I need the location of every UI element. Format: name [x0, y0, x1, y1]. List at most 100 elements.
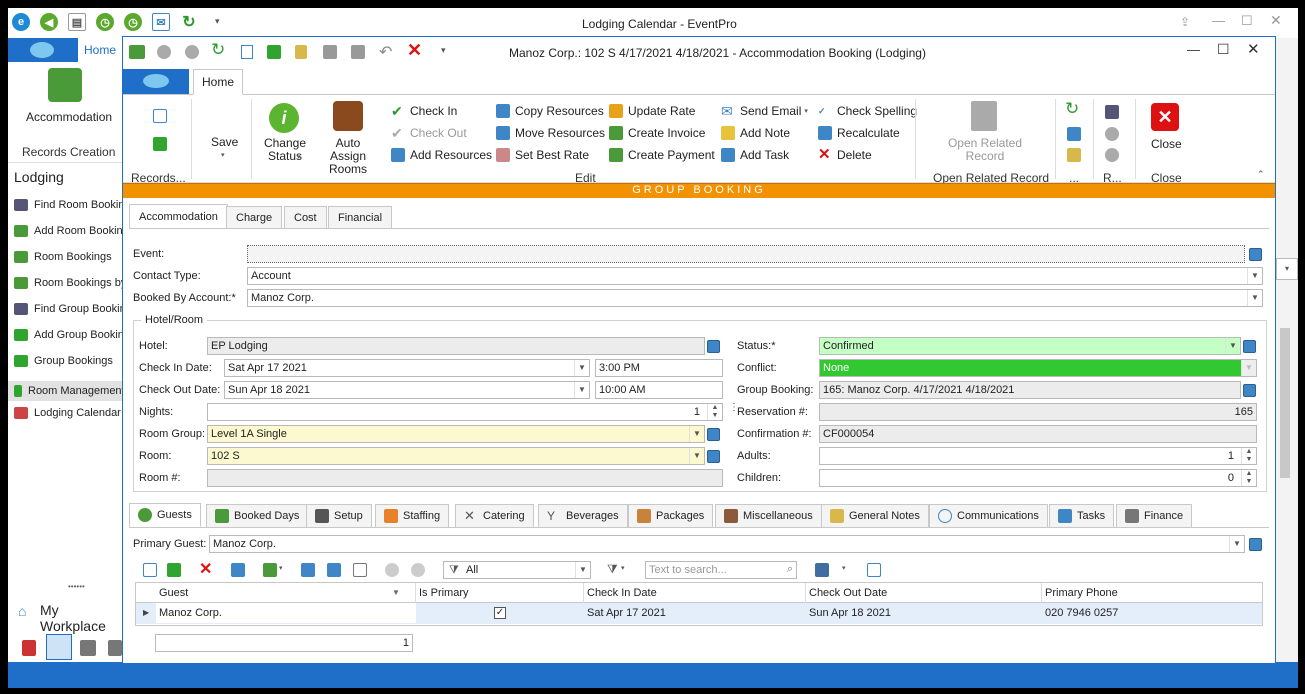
confirmation-field[interactable]: CF000054 [819, 425, 1257, 443]
move-resources-button[interactable]: Move Resources [496, 126, 605, 140]
suitcase-icon[interactable] [333, 101, 363, 131]
tab-tasks[interactable]: Tasks [1049, 504, 1115, 528]
refresh-icon[interactable]: ↻ [180, 13, 198, 31]
contact-type-select[interactable]: Account ▼ [247, 267, 1263, 285]
clock-icon[interactable]: ◷ [96, 13, 114, 31]
new-guest-icon[interactable] [143, 563, 157, 577]
room-picker-icon[interactable] [707, 450, 720, 463]
tab-staffing[interactable]: Staffing [375, 504, 450, 528]
up-icon[interactable] [1105, 127, 1119, 141]
event-field[interactable] [247, 245, 1245, 263]
nights-field[interactable]: 1 ▲ ▼ [207, 403, 723, 421]
primary-guest-picker-icon[interactable] [1249, 538, 1262, 551]
copy-resources-button[interactable]: Copy Resources [496, 104, 604, 118]
quick-access-dropdown-icon[interactable]: ▾ [215, 16, 220, 27]
search-icon[interactable]: ⌕ [787, 563, 793, 576]
event-picker-icon[interactable] [1249, 248, 1262, 261]
clipboard-icon[interactable] [1067, 148, 1081, 162]
tab-booked-days[interactable]: Booked Days [206, 504, 309, 528]
room-number-field[interactable] [207, 469, 723, 487]
copy-record-icon[interactable] [153, 137, 167, 151]
room-select[interactable]: 102 S ▼ [207, 447, 705, 465]
clock-icon-2[interactable]: ◷ [124, 13, 142, 31]
new-record-icon[interactable] [241, 45, 253, 59]
is-primary-checkbox[interactable]: ✓ [494, 607, 506, 619]
chevron-down-icon[interactable]: ▼ [575, 562, 590, 578]
mail-icon[interactable]: ✉ [152, 13, 170, 31]
column-header-check-in-date[interactable]: Check In Date [584, 583, 806, 603]
binoculars-icon[interactable] [1105, 105, 1119, 119]
minimize-icon[interactable]: — [1212, 13, 1225, 28]
print-dropdown-icon[interactable]: ▾ [842, 564, 846, 572]
outer-tab-home[interactable]: Home [78, 38, 122, 62]
create-payment-button[interactable]: Create Payment [609, 148, 715, 162]
nav-add-room-booking[interactable]: Add Room Booking [14, 225, 129, 237]
room-group-picker-icon[interactable] [707, 428, 720, 441]
save-button[interactable]: Save [211, 135, 238, 149]
room-group-select[interactable]: Level 1A Single ▼ [207, 425, 705, 443]
export-icon[interactable] [231, 563, 245, 577]
new-record-icon[interactable] [153, 109, 167, 123]
nav-lodging-calendar[interactable]: Lodging Calendar [14, 407, 121, 419]
tab-finance[interactable]: Finance [1116, 504, 1193, 528]
conflict-select[interactable]: None ▼ [819, 359, 1257, 377]
check-in-button[interactable]: ✔ Check In [391, 104, 457, 118]
nav-find-room-booking[interactable]: Find Room Booking [14, 199, 131, 211]
check-in-date-field[interactable]: Sat Apr 17 2021 ▼ [224, 359, 590, 377]
status-picker-icon[interactable] [1243, 340, 1256, 353]
delete-guest-icon[interactable]: ✕ [199, 559, 212, 579]
booked-by-select[interactable]: Manoz Corp. ▼ [247, 289, 1263, 307]
down-icon[interactable] [411, 563, 425, 577]
accommodation-nav-icon[interactable] [46, 634, 72, 660]
check-spelling-button[interactable]: ✓ Check Spelling [818, 104, 917, 118]
chevron-down-icon[interactable]: ▼ [1229, 536, 1244, 552]
recalculate-button[interactable]: Recalculate [818, 126, 900, 140]
change-status-dropdown-icon[interactable]: ▾ [297, 153, 301, 161]
cell-check-out[interactable]: Sun Apr 18 2021 [806, 603, 1042, 623]
columns-icon[interactable] [263, 563, 277, 577]
tab-packages[interactable]: Packages [628, 504, 714, 528]
add-resources-button[interactable]: Add Resources [391, 148, 492, 162]
venue-nav-icon[interactable] [80, 640, 96, 656]
chevron-down-icon[interactable]: ▼ [689, 448, 704, 464]
tab-home[interactable]: Home [193, 69, 243, 95]
cell-guest[interactable]: Manoz Corp. [156, 603, 416, 623]
status-select[interactable]: Confirmed ▼ [819, 337, 1241, 355]
nav-find-group-booking[interactable]: Find Group Booking [14, 303, 132, 315]
clipboard-icon[interactable] [295, 45, 307, 59]
down-icon[interactable] [1105, 148, 1119, 162]
auto-assign-rooms-button[interactable]: Auto Assign Rooms [317, 137, 379, 176]
report-icon[interactable] [867, 563, 881, 577]
refresh-icon[interactable]: ↻ [211, 40, 225, 60]
search-input[interactable]: Text to search... ⌕ [645, 561, 797, 579]
splitter-dots[interactable]: •••••• [68, 582, 85, 591]
tab-financial[interactable]: Financial [328, 206, 393, 228]
check-out-time-field[interactable]: 10:00 AM [595, 381, 723, 399]
document-icon[interactable]: ▤ [68, 13, 86, 31]
chevron-down-icon[interactable]: ▼ [689, 426, 704, 442]
delete-icon[interactable]: ✕ [407, 40, 422, 61]
maximize-icon[interactable]: ☐ [1217, 41, 1230, 58]
chevron-down-icon[interactable]: ▼ [1241, 360, 1256, 376]
close-record-icon[interactable]: ✕ [1151, 103, 1179, 131]
add-task-button[interactable]: Add Task [721, 148, 789, 162]
tab-beverages[interactable]: Y Beverages [538, 504, 628, 528]
details-icon[interactable] [353, 563, 367, 577]
filter-options-dropdown-icon[interactable]: ▾ [621, 564, 625, 572]
hotel-picker-icon[interactable] [707, 340, 720, 353]
tab-miscellaneous[interactable]: Miscellaneous [715, 504, 822, 528]
accommodation-icon[interactable] [48, 68, 82, 102]
cell-phone[interactable]: 020 7946 0257 [1042, 603, 1262, 623]
info-small-icon[interactable] [327, 563, 341, 577]
previous-icon[interactable] [157, 45, 171, 59]
chevron-down-icon[interactable]: ▼ [1225, 338, 1240, 354]
create-invoice-button[interactable]: Create Invoice [609, 126, 705, 140]
save-close-icon[interactable] [351, 45, 365, 59]
close-icon[interactable]: ✕ [1247, 40, 1260, 58]
primary-guest-select[interactable]: Manoz Corp. ▼ [209, 535, 1245, 553]
tab-guests[interactable]: Guests [129, 503, 201, 527]
set-best-rate-button[interactable]: Set Best Rate [496, 148, 589, 162]
nav-room-bookings[interactable]: Room Bookings [14, 251, 112, 263]
minimize-icon[interactable]: — [1187, 42, 1200, 57]
check-out-date-field[interactable]: Sun Apr 18 2021 ▼ [224, 381, 590, 399]
